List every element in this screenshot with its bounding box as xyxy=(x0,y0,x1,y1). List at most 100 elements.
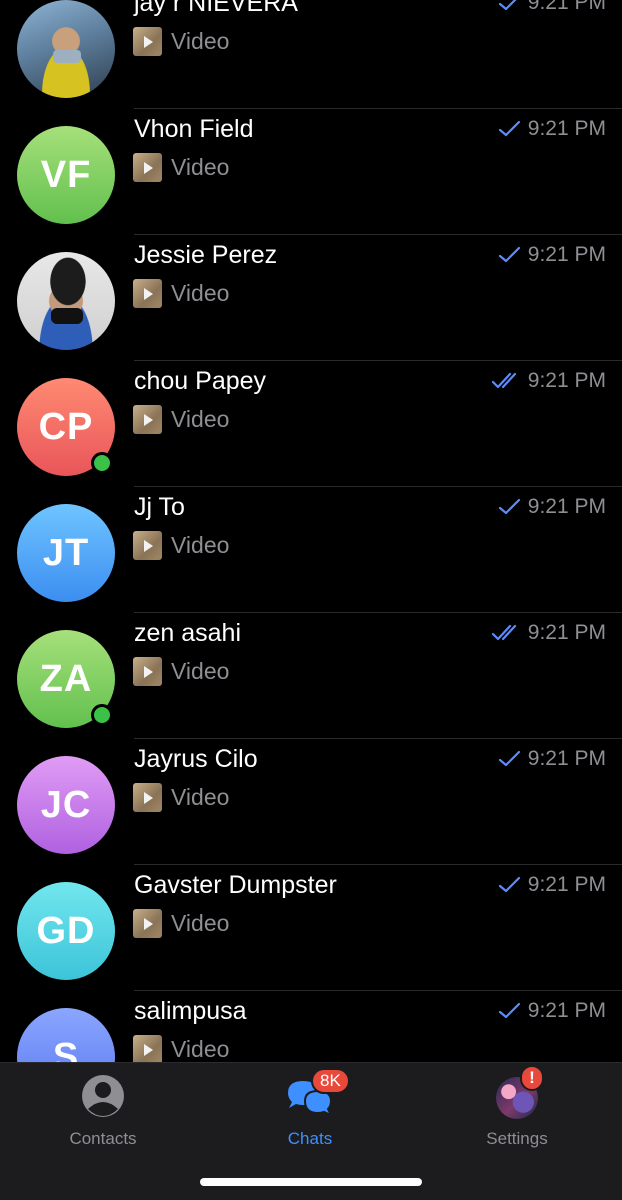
chat-row[interactable]: JT Jj To 9:21 PM Video xyxy=(0,487,622,613)
chat-preview-text: Video xyxy=(171,910,230,936)
chat-time: 9:21 PM xyxy=(527,621,606,644)
chat-meta: 9:21 PM xyxy=(498,747,606,771)
telegram-app: jay r NIEVERA 9:21 PM Video VF Vhon Field 9:2… xyxy=(0,0,622,1200)
tab-contacts[interactable]: Contacts xyxy=(23,1071,183,1149)
chat-row[interactable]: Jessie Perez 9:21 PM Video xyxy=(0,235,622,361)
avatar[interactable]: JT xyxy=(17,504,115,602)
chat-time: 9:21 PM xyxy=(527,495,606,518)
settings-alert-badge: ! xyxy=(520,1065,544,1091)
chat-preview: Video xyxy=(133,279,229,308)
video-thumbnail-icon xyxy=(133,405,162,434)
video-thumbnail-icon xyxy=(133,783,162,812)
chat-time: 9:21 PM xyxy=(527,873,606,896)
check-icon xyxy=(498,246,522,264)
chats-unread-badge: 8K xyxy=(311,1068,350,1094)
avatar[interactable] xyxy=(17,0,115,98)
check-icon xyxy=(498,498,522,516)
check-icon xyxy=(498,0,522,12)
chat-meta: 9:21 PM xyxy=(498,999,606,1023)
chat-preview-text: Video xyxy=(171,154,230,180)
video-thumbnail-icon xyxy=(133,531,162,560)
chat-time: 9:21 PM xyxy=(527,117,606,140)
chat-preview: Video xyxy=(133,153,229,182)
avatar-initials: ZA xyxy=(39,657,93,700)
avatar[interactable]: VF xyxy=(17,126,115,224)
check-icon xyxy=(498,1002,522,1020)
chat-preview-text: Video xyxy=(171,280,230,306)
chat-meta: 9:21 PM xyxy=(491,621,606,645)
avatar[interactable]: GD xyxy=(17,882,115,980)
chat-name: Jj To xyxy=(134,493,185,521)
check-icon xyxy=(498,120,522,138)
video-thumbnail-icon xyxy=(133,1035,162,1062)
chat-row[interactable]: VF Vhon Field 9:21 PM Video xyxy=(0,109,622,235)
chat-meta: 9:21 PM xyxy=(498,873,606,897)
chat-preview: Video xyxy=(133,27,229,56)
avatar-initials: JC xyxy=(40,783,92,826)
online-status-dot xyxy=(91,452,113,474)
avatar[interactable]: S xyxy=(17,1008,115,1062)
tab-contacts-label: Contacts xyxy=(69,1129,137,1148)
chat-bubbles-icon: 8K xyxy=(285,1068,350,1121)
chat-preview-text: Video xyxy=(171,1036,230,1062)
chat-time: 9:21 PM xyxy=(527,369,606,392)
video-thumbnail-icon xyxy=(133,27,162,56)
tab-chats[interactable]: 8K Chats xyxy=(230,1068,390,1149)
tab-chats-label: Chats xyxy=(287,1129,333,1148)
chat-name: jay r NIEVERA xyxy=(134,0,298,17)
chat-meta: 9:21 PM xyxy=(491,369,606,393)
video-thumbnail-icon xyxy=(133,279,162,308)
video-thumbnail-icon xyxy=(133,153,162,182)
chat-preview-text: Video xyxy=(171,406,230,432)
video-thumbnail-icon xyxy=(133,909,162,938)
chat-row[interactable]: ZA zen asahi 9:21 PM Video xyxy=(0,613,622,739)
chat-row[interactable]: CP chou Papey 9:21 PM Video xyxy=(0,361,622,487)
double-check-icon xyxy=(491,372,522,390)
avatar-initials: JT xyxy=(42,531,90,574)
double-check-icon xyxy=(491,624,522,642)
chat-preview: Video xyxy=(133,909,229,938)
chat-row[interactable]: jay r NIEVERA 9:21 PM Video xyxy=(0,0,622,109)
chat-preview-text: Video xyxy=(171,532,230,558)
avatar-initials: S xyxy=(52,1035,80,1063)
chat-meta: 9:21 PM xyxy=(498,495,606,519)
chat-name: Jayrus Cilo xyxy=(134,745,258,773)
avatar[interactable]: CP xyxy=(17,378,115,476)
tab-settings[interactable]: ! Settings xyxy=(437,1065,597,1149)
avatar[interactable] xyxy=(17,252,115,350)
chat-meta: 9:21 PM xyxy=(498,0,606,15)
home-indicator xyxy=(200,1178,422,1186)
chat-row[interactable]: GD Gavster Dumpster 9:21 PM Video xyxy=(0,865,622,991)
avatar[interactable]: ZA xyxy=(17,630,115,728)
chat-row[interactable]: Ssalimpusa 9:21 PM Video xyxy=(0,991,622,1062)
chat-preview: Video xyxy=(133,1035,229,1062)
chat-meta: 9:21 PM xyxy=(498,117,606,141)
check-icon xyxy=(498,876,522,894)
chat-name: salimpusa xyxy=(134,997,247,1025)
chat-preview: Video xyxy=(133,783,229,812)
chat-time: 9:21 PM xyxy=(527,243,606,266)
chat-preview-text: Video xyxy=(171,658,230,684)
avatar[interactable]: JC xyxy=(17,756,115,854)
chat-name: chou Papey xyxy=(134,367,267,395)
check-icon xyxy=(498,750,522,768)
chat-preview-text: Video xyxy=(171,28,230,54)
chat-name: Gavster Dumpster xyxy=(134,871,337,899)
profile-avatar-icon: ! xyxy=(492,1065,544,1121)
person-circle-icon xyxy=(78,1071,128,1121)
chat-name: Vhon Field xyxy=(134,115,254,143)
chat-time: 9:21 PM xyxy=(527,747,606,770)
chat-row[interactable]: JC Jayrus Cilo 9:21 PM Video xyxy=(0,739,622,865)
chat-time: 9:21 PM xyxy=(527,999,606,1022)
chat-list[interactable]: jay r NIEVERA 9:21 PM Video VF Vhon Field 9:2… xyxy=(0,0,622,1062)
video-thumbnail-icon xyxy=(133,657,162,686)
chat-time: 9:21 PM xyxy=(527,0,606,14)
chat-preview: Video xyxy=(133,405,229,434)
chat-preview-text: Video xyxy=(171,784,230,810)
chat-name: Jessie Perez xyxy=(134,241,278,269)
chat-preview: Video xyxy=(133,657,229,686)
online-status-dot xyxy=(91,704,113,726)
chat-name: zen asahi xyxy=(134,619,242,647)
chat-meta: 9:21 PM xyxy=(498,243,606,267)
chat-preview: Video xyxy=(133,531,229,560)
